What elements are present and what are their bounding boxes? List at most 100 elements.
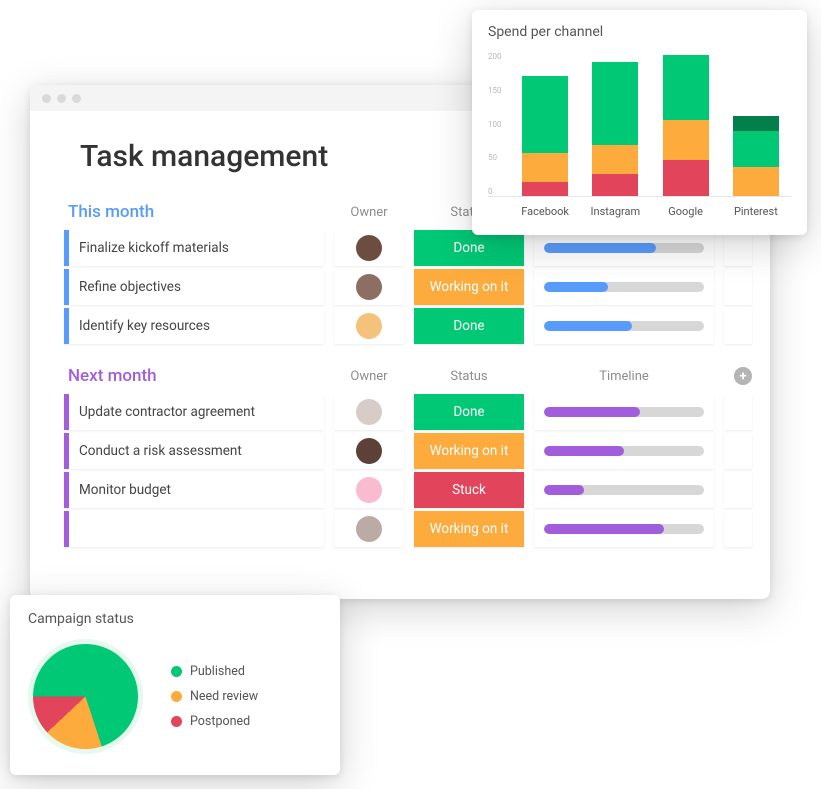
timeline-cell[interactable] [534, 269, 714, 305]
row-end-cell[interactable] [724, 230, 752, 266]
task-name-cell[interactable]: Conduct a risk assessment [64, 433, 324, 469]
task-row[interactable]: Refine objectives Working on it [64, 269, 736, 305]
avatar[interactable] [356, 516, 382, 542]
status-cell[interactable]: Done [414, 394, 524, 430]
owner-cell[interactable] [334, 230, 404, 266]
timeline-track [544, 321, 704, 331]
task-row[interactable]: Monitor budget Stuck [64, 472, 736, 508]
bar-segment [592, 174, 638, 196]
status-label: Stuck [452, 482, 486, 498]
owner-cell[interactable] [334, 433, 404, 469]
legend-swatch-icon [171, 691, 182, 702]
spend-per-channel-card: Spend per channel 200150100500 FacebookI… [472, 10, 807, 235]
timeline-cell[interactable] [534, 433, 714, 469]
bar[interactable] [733, 116, 779, 196]
bar-segment [592, 145, 638, 174]
task-name: Conduct a risk assessment [69, 443, 242, 459]
bar-segment [733, 167, 779, 196]
timeline-cell[interactable] [534, 308, 714, 344]
bar-segment [522, 182, 568, 197]
status-cell[interactable]: Working on it [414, 269, 524, 305]
row-end-cell[interactable] [724, 472, 752, 508]
add-column-icon[interactable]: + [734, 367, 752, 385]
task-row[interactable]: Working on it [64, 511, 736, 547]
row-end-cell[interactable] [724, 511, 752, 547]
status-label: Working on it [430, 521, 509, 537]
avatar[interactable] [356, 399, 382, 425]
bar-segment [733, 131, 779, 167]
legend-swatch-icon [171, 666, 182, 677]
status-cell[interactable]: Stuck [414, 472, 524, 508]
bar-segment [663, 120, 709, 160]
task-name-cell[interactable]: Identify key resources [64, 308, 324, 344]
column-header-owner: Owner [334, 369, 404, 384]
legend-swatch-icon [171, 716, 182, 727]
traffic-light-minimize-icon[interactable] [57, 94, 66, 103]
owner-cell[interactable] [334, 472, 404, 508]
task-name-cell[interactable]: Refine objectives [64, 269, 324, 305]
bar[interactable] [663, 55, 709, 196]
bar[interactable] [522, 76, 568, 196]
timeline-track [544, 485, 704, 495]
x-tick: Google [656, 205, 716, 218]
y-tick: 150 [488, 86, 502, 95]
row-end-cell[interactable] [724, 433, 752, 469]
avatar[interactable] [356, 274, 382, 300]
owner-cell[interactable] [334, 394, 404, 430]
task-name: Refine objectives [69, 279, 181, 295]
section-title[interactable]: This month [64, 202, 324, 222]
section: Next monthOwnerStatusTimeline+Update con… [64, 366, 736, 547]
legend-label: Published [190, 664, 245, 679]
status-cell[interactable]: Working on it [414, 511, 524, 547]
task-name: Identify key resources [69, 318, 210, 334]
task-name-cell[interactable]: Update contractor agreement [64, 394, 324, 430]
row-end-cell[interactable] [724, 308, 752, 344]
task-row[interactable]: Update contractor agreement Done [64, 394, 736, 430]
avatar[interactable] [356, 235, 382, 261]
timeline-fill [544, 524, 664, 534]
avatar[interactable] [356, 477, 382, 503]
section-title[interactable]: Next month [64, 366, 324, 386]
avatar[interactable] [356, 438, 382, 464]
legend-label: Postponed [190, 714, 250, 729]
task-row[interactable]: Finalize kickoff materials Done [64, 230, 736, 266]
x-tick: Facebook [515, 205, 575, 218]
timeline-fill [544, 485, 584, 495]
x-tick: Pinterest [726, 205, 786, 218]
row-end-cell[interactable] [724, 394, 752, 430]
column-header-timeline: Timeline [534, 369, 714, 384]
status-label: Done [453, 404, 484, 420]
timeline-cell[interactable] [534, 511, 714, 547]
status-cell[interactable]: Done [414, 308, 524, 344]
timeline-fill [544, 282, 608, 292]
timeline-fill [544, 321, 632, 331]
task-row[interactable]: Identify key resources Done [64, 308, 736, 344]
bar-segment [592, 62, 638, 145]
legend-item: Published [171, 664, 258, 679]
legend-item: Postponed [171, 714, 258, 729]
owner-cell[interactable] [334, 308, 404, 344]
owner-cell[interactable] [334, 511, 404, 547]
traffic-light-zoom-icon[interactable] [72, 94, 81, 103]
status-cell[interactable]: Done [414, 230, 524, 266]
owner-cell[interactable] [334, 269, 404, 305]
status-label: Working on it [430, 279, 509, 295]
bar-segment [522, 153, 568, 182]
y-tick: 0 [488, 187, 502, 196]
bar-segment [522, 76, 568, 152]
status-label: Done [453, 240, 484, 256]
row-end-cell[interactable] [724, 269, 752, 305]
task-name-cell[interactable]: Finalize kickoff materials [64, 230, 324, 266]
timeline-cell[interactable] [534, 472, 714, 508]
timeline-track [544, 524, 704, 534]
avatar[interactable] [356, 313, 382, 339]
y-tick: 100 [488, 120, 502, 129]
traffic-light-close-icon[interactable] [42, 94, 51, 103]
task-name-cell[interactable] [64, 511, 324, 547]
task-name-cell[interactable]: Monitor budget [64, 472, 324, 508]
status-cell[interactable]: Working on it [414, 433, 524, 469]
timeline-cell[interactable] [534, 394, 714, 430]
bar[interactable] [592, 62, 638, 196]
timeline-cell[interactable] [534, 230, 714, 266]
task-row[interactable]: Conduct a risk assessment Working on it [64, 433, 736, 469]
